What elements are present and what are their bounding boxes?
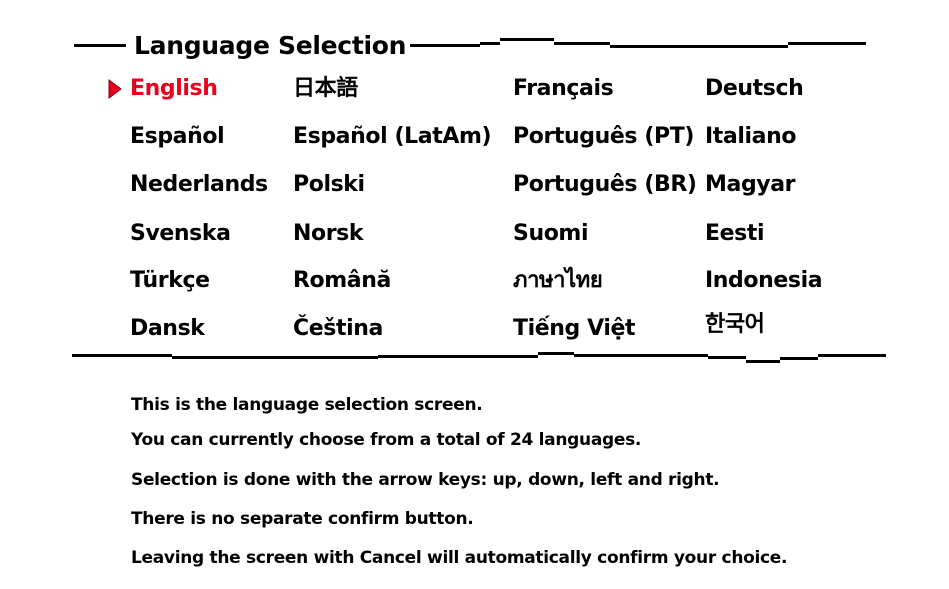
language-option-norwegian[interactable]: Norsk xyxy=(293,218,364,250)
description-line: This is the language selection screen. xyxy=(131,395,483,415)
screen-title: Language Selection xyxy=(132,28,411,64)
language-option-dutch[interactable]: Nederlands xyxy=(130,169,268,201)
language-option-portuguese-pt[interactable]: Português (PT) xyxy=(513,121,694,153)
selection-cursor-icon xyxy=(108,79,122,99)
language-option-finnish[interactable]: Suomi xyxy=(513,218,588,250)
language-option-vietnamese[interactable]: Tiếng Việt xyxy=(513,313,636,345)
bottom-rule xyxy=(72,352,886,363)
description-line: Leaving the screen with Cancel will auto… xyxy=(131,548,788,568)
language-option-polish[interactable]: Polski xyxy=(293,169,365,201)
language-option-thai[interactable]: ภาษาไทย xyxy=(513,265,603,297)
language-option-italian[interactable]: Italiano xyxy=(705,121,796,153)
language-option-romanian[interactable]: Română xyxy=(293,265,391,297)
language-option-swedish[interactable]: Svenska xyxy=(130,218,231,250)
description-line: There is no separate confirm button. xyxy=(131,509,474,529)
language-option-german[interactable]: Deutsch xyxy=(705,73,804,105)
language-option-english[interactable]: English xyxy=(130,73,218,105)
language-option-indonesian[interactable]: Indonesia xyxy=(705,265,823,297)
description-line: Selection is done with the arrow keys: u… xyxy=(131,470,720,490)
description-line: You can currently choose from a total of… xyxy=(131,430,642,450)
language-option-danish[interactable]: Dansk xyxy=(130,313,205,345)
language-option-french[interactable]: Français xyxy=(513,73,614,105)
language-selection-screen: Language Selection English 日本語 Français … xyxy=(0,0,949,589)
language-option-korean[interactable]: 한국어 xyxy=(705,309,765,341)
language-option-japanese[interactable]: 日本語 xyxy=(293,73,358,105)
language-option-portuguese-br[interactable]: Português (BR) xyxy=(513,169,697,201)
language-option-czech[interactable]: Čeština xyxy=(293,313,383,345)
language-option-hungarian[interactable]: Magyar xyxy=(705,169,796,201)
language-option-spanish-latam[interactable]: Español (LatAm) xyxy=(293,121,492,153)
language-option-turkish[interactable]: Türkçe xyxy=(130,265,210,297)
language-option-estonian[interactable]: Eesti xyxy=(705,218,765,250)
language-option-spanish[interactable]: Español xyxy=(130,121,225,153)
